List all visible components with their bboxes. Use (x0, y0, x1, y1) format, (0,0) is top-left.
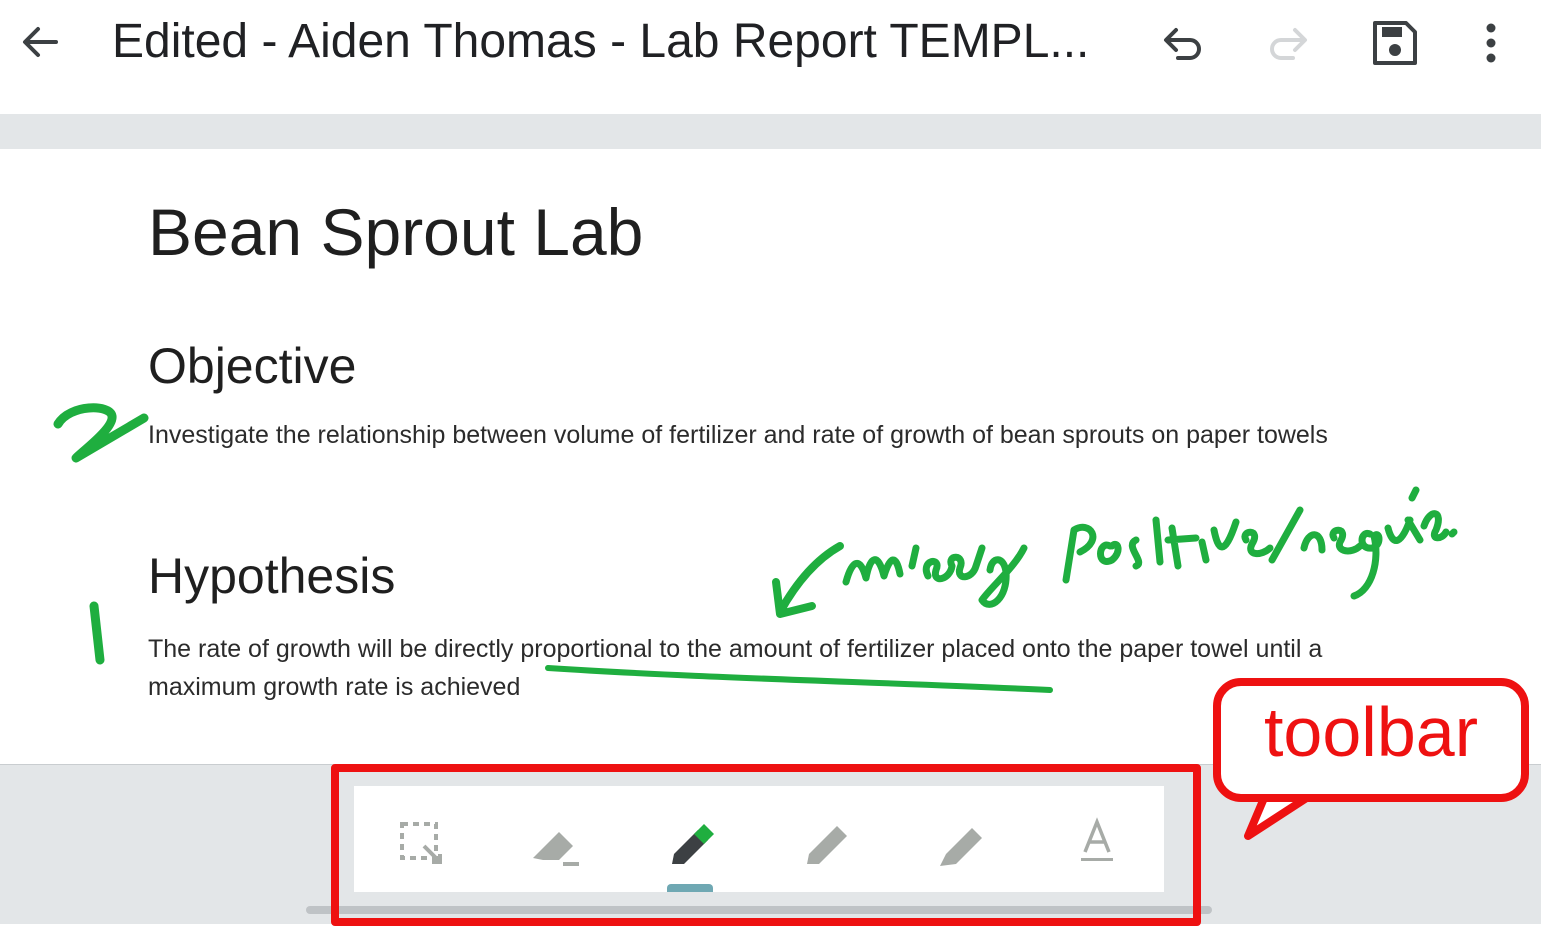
doc-heading: Bean Sprout Lab (148, 195, 644, 269)
undo-button[interactable] (1158, 18, 1208, 68)
section-heading-hypothesis: Hypothesis (148, 548, 396, 604)
hypothesis-text: The rate of growth will be directly prop… (148, 635, 1323, 701)
undo-icon (1164, 28, 1201, 60)
more-options-button[interactable] (1466, 18, 1516, 68)
save-button[interactable] (1370, 18, 1420, 68)
arrow-left-icon (23, 27, 58, 57)
callout-label: toolbar (1263, 693, 1479, 771)
save-icon (1373, 21, 1417, 65)
back-button[interactable] (18, 20, 62, 64)
document-title: Edited - Aiden Thomas - Lab Report TEMPL… (112, 15, 1090, 68)
toolbar-highlight-box (331, 764, 1201, 926)
more-vert-icon (1486, 23, 1496, 63)
section-heading-objective: Objective (148, 338, 357, 394)
objective-text: Investigate the relationship between vol… (148, 421, 1328, 449)
app-bar: Edited - Aiden Thomas - Lab Report TEMPL… (0, 0, 1541, 86)
redo-button[interactable] (1263, 18, 1313, 68)
canvas-top-margin (0, 114, 1541, 149)
redo-icon (1270, 28, 1307, 60)
